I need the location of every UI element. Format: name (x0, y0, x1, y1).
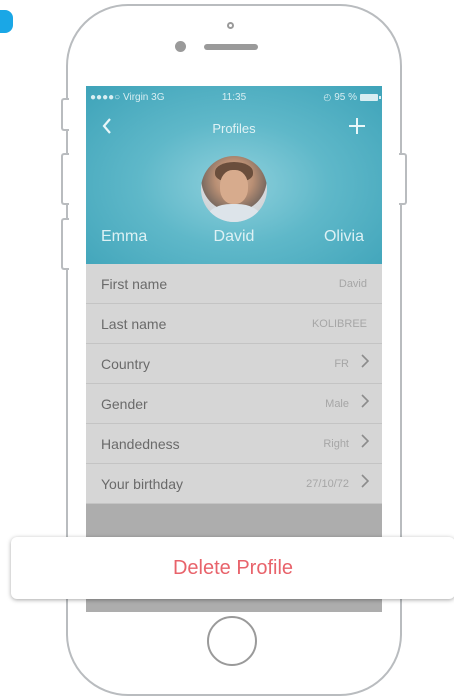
field-value: Male (325, 398, 349, 410)
add-profile-button[interactable] (348, 113, 366, 139)
field-label: Your birthday (101, 476, 183, 492)
first-name-row[interactable]: First name David (86, 264, 382, 304)
handedness-row[interactable]: Handedness Right (86, 424, 382, 464)
field-label: Country (101, 356, 151, 372)
plus-icon (349, 118, 365, 134)
field-value: FR (334, 358, 349, 370)
delete-profile-button[interactable]: Delete Profile (11, 537, 454, 599)
battery-status: ◴ 95 % (323, 92, 381, 103)
field-value: 27/10/72 (306, 478, 349, 490)
country-row[interactable]: Country FR (86, 344, 382, 384)
gender-row[interactable]: Gender Male (86, 384, 382, 424)
field-label: Gender (101, 396, 148, 412)
profile-avatar[interactable] (201, 156, 267, 222)
corner-badge (0, 10, 13, 33)
profile-fields-list: First name David Last name KOLIBREE Coun… (86, 264, 382, 504)
chevron-right-icon (361, 394, 370, 413)
field-label: Handedness (101, 436, 180, 452)
profile-header: ●●●●○ Virgin 3G 11:35 ◴ 95 % Profiles Em… (86, 86, 382, 264)
mute-switch (61, 98, 69, 131)
front-camera (175, 41, 186, 52)
field-value: KOLIBREE (311, 318, 367, 330)
battery-percentage: 95 % (334, 92, 357, 103)
alarm-icon: ◴ (323, 92, 332, 102)
field-value: David (338, 278, 367, 290)
field-label: First name (101, 276, 168, 292)
earpiece-speaker (204, 44, 258, 50)
power-button (399, 153, 407, 205)
delete-profile-label: Delete Profile (172, 557, 294, 579)
chevron-right-icon (361, 474, 370, 493)
volume-down-button (61, 218, 69, 270)
home-button[interactable] (207, 616, 257, 666)
status-bar: ●●●●○ Virgin 3G 11:35 ◴ 95 % (86, 92, 382, 106)
profile-tab-olivia[interactable]: Olivia (324, 228, 364, 246)
chevron-right-icon (361, 434, 370, 453)
phone-screen: ●●●●○ Virgin 3G 11:35 ◴ 95 % Profiles Em… (86, 86, 382, 612)
volume-up-button (61, 153, 69, 205)
avatar-shirt (207, 204, 261, 222)
page-title: Profiles (212, 121, 256, 136)
field-value: Right (323, 438, 349, 450)
avatar-face (220, 170, 248, 204)
chevron-right-icon (361, 354, 370, 373)
field-label: Last name (101, 316, 167, 332)
proximity-sensor (227, 22, 234, 29)
last-name-row[interactable]: Last name KOLIBREE (86, 304, 382, 344)
battery-icon (360, 94, 381, 101)
birthday-row[interactable]: Your birthday 27/10/72 (86, 464, 382, 504)
